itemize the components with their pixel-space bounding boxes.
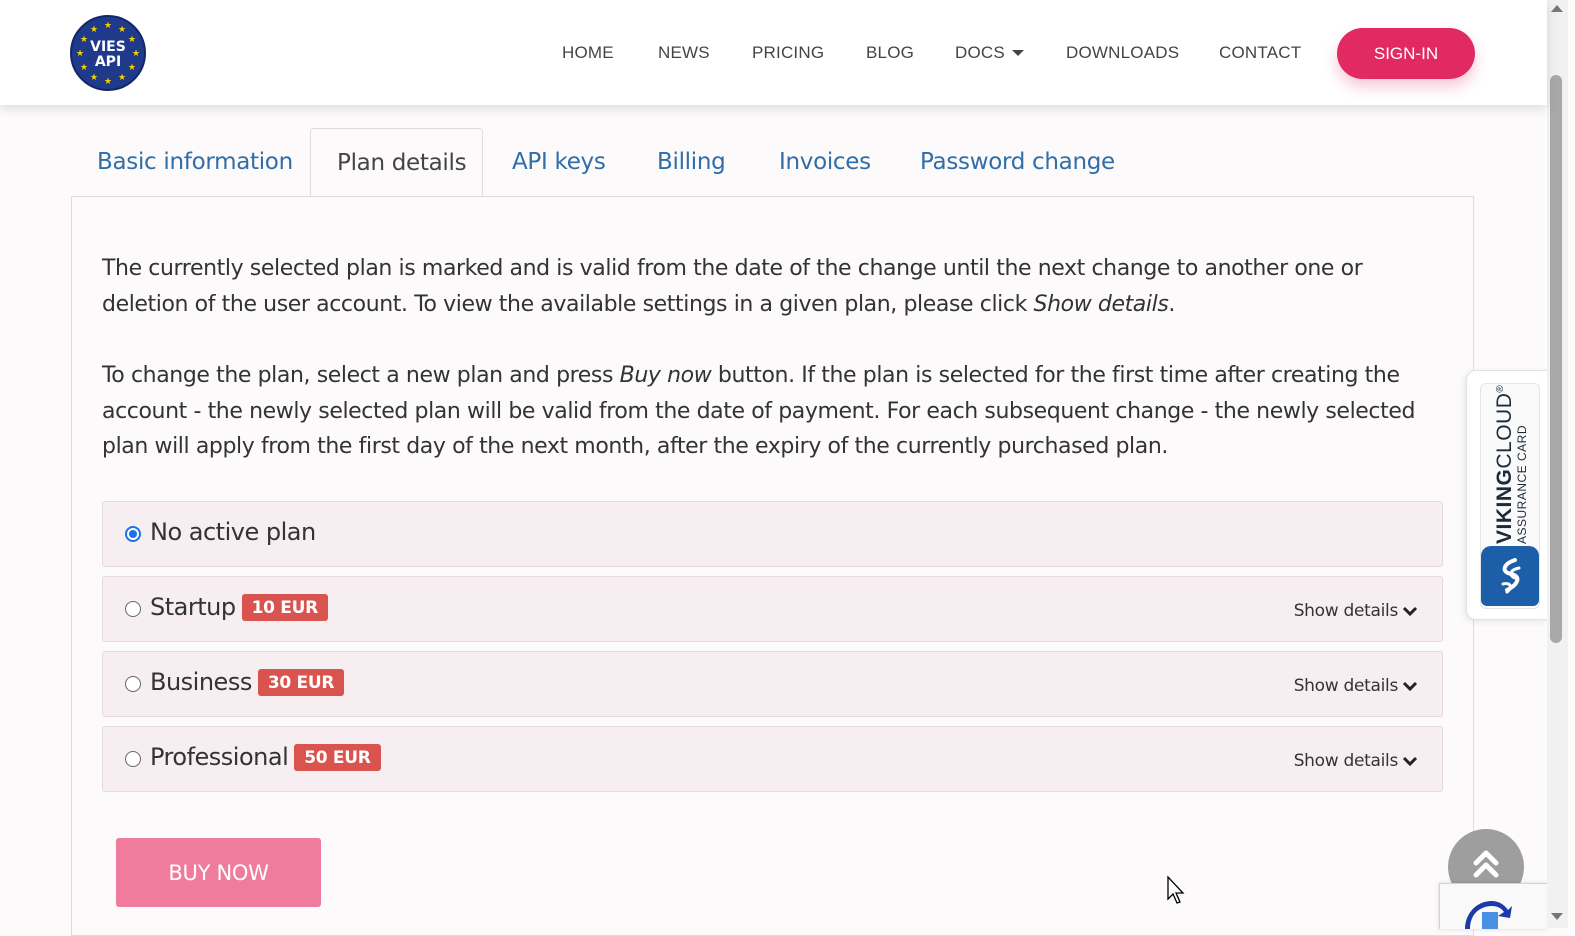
plan-radio-startup[interactable]	[125, 601, 141, 617]
chevron-down-icon	[1402, 681, 1418, 692]
logo-text-top: VIES	[90, 39, 126, 55]
vies-api-logo[interactable]: ★ ★ ★ ★ ★ ★ ★ ★ ★ ★ ★ ★ VIES API	[70, 15, 146, 91]
plan-option-startup[interactable]: Startup 10 EUR Show details	[102, 576, 1443, 642]
plan-option-business[interactable]: Business 30 EUR Show details	[102, 651, 1443, 717]
page-edge	[1568, 0, 1575, 928]
sign-in-button[interactable]: SIGN-IN	[1337, 28, 1475, 79]
svg-text:★: ★	[90, 25, 98, 35]
site-header: ★ ★ ★ ★ ★ ★ ★ ★ ★ ★ ★ ★ VIES API HOME NE…	[0, 0, 1547, 105]
plan-name: Professional	[150, 743, 289, 771]
show-details-toggle-startup[interactable]: Show details	[1294, 601, 1418, 621]
plan-name-wrap: Professional 50 EUR	[150, 743, 381, 771]
plan-radio-professional[interactable]	[125, 751, 141, 767]
chevron-down-icon	[1402, 756, 1418, 767]
plan-name-wrap: Startup 10 EUR	[150, 593, 328, 621]
caret-down-icon	[1011, 49, 1024, 56]
tab-basic-information[interactable]: Basic information	[97, 128, 293, 196]
price-badge: 30 EUR	[257, 669, 345, 696]
nav-blog[interactable]: BLOG	[866, 43, 914, 63]
svg-text:★: ★	[104, 21, 112, 31]
scrollbar-thumb[interactable]	[1550, 75, 1562, 643]
nav-news[interactable]: NEWS	[658, 43, 710, 63]
plan-option-professional[interactable]: Professional 50 EUR Show details	[102, 726, 1443, 792]
logo-text-bottom: API	[94, 54, 122, 70]
show-details-label: Show details	[1293, 601, 1399, 621]
plan-change-paragraph: To change the plan, select a new plan an…	[102, 358, 1447, 465]
vikingcloud-logo-icon	[1481, 546, 1539, 606]
tab-password-change[interactable]: Password change	[920, 128, 1115, 196]
vikingcloud-card-inner: VIKINGCLOUD® ASSURANCE CARD	[1480, 383, 1540, 609]
recaptcha-badge[interactable]	[1439, 883, 1548, 929]
nav-downloads[interactable]: DOWNLOADS	[1066, 43, 1179, 63]
registered-mark: ®	[1495, 384, 1506, 393]
vikingcloud-assurance-card[interactable]: VIKINGCLOUD® ASSURANCE CARD	[1466, 370, 1548, 620]
price-badge: 10 EUR	[241, 594, 328, 621]
vikingcloud-brand-rest: CLOUD	[1493, 392, 1516, 469]
plan-radio-none[interactable]	[125, 526, 141, 542]
svg-text:★: ★	[104, 77, 112, 87]
plan-name: No active plan	[150, 518, 316, 546]
svg-text:★: ★	[118, 25, 126, 35]
tab-api-keys[interactable]: API keys	[512, 128, 606, 196]
tab-invoices[interactable]: Invoices	[779, 128, 871, 196]
nav-home[interactable]: HOME	[562, 43, 614, 63]
plan-info-paragraph: The currently selected plan is marked an…	[102, 251, 1447, 322]
show-details-label: Show details	[1293, 751, 1399, 771]
buy-now-emphasis: Buy now	[619, 363, 712, 388]
nav-docs[interactable]: DOCS	[955, 43, 1024, 63]
plan-name-wrap: Business 30 EUR	[150, 668, 345, 696]
show-details-toggle-professional[interactable]: Show details	[1294, 751, 1418, 771]
plan-info-end: .	[1168, 291, 1175, 317]
vikingcloud-subtitle: ASSURANCE CARD	[1515, 424, 1529, 544]
nav-contact[interactable]: CONTACT	[1219, 43, 1301, 63]
vikingcloud-brand-bold: VIKING	[1493, 468, 1516, 544]
scroll-down-arrow-icon[interactable]	[1551, 913, 1563, 920]
price-badge: 50 EUR	[294, 744, 381, 771]
svg-text:★: ★	[90, 73, 98, 83]
show-details-label: Show details	[1293, 676, 1399, 696]
svg-text:★: ★	[118, 73, 126, 83]
tab-billing[interactable]: Billing	[657, 128, 726, 196]
plan-name: Business	[150, 668, 252, 696]
nav-docs-label: DOCS	[955, 43, 1005, 62]
page-scrollbar[interactable]	[1547, 0, 1568, 928]
scroll-up-arrow-icon[interactable]	[1551, 5, 1563, 12]
vikingcloud-brand: VIKINGCLOUD®	[1493, 385, 1516, 544]
vikingcloud-text: VIKINGCLOUD® ASSURANCE CARD	[1493, 385, 1529, 544]
tab-plan-details[interactable]: Plan details	[310, 128, 483, 196]
buy-now-button[interactable]: BUY NOW	[116, 838, 321, 907]
nav-pricing[interactable]: PRICING	[752, 43, 824, 63]
plan-option-none[interactable]: No active plan	[102, 501, 1443, 567]
show-details-emphasis: Show details	[1033, 291, 1169, 317]
show-details-toggle-business[interactable]: Show details	[1294, 676, 1418, 696]
plan-change-text-a: To change the plan, select a new plan an…	[102, 363, 620, 388]
recaptcha-icon	[1465, 901, 1512, 929]
chevron-down-icon	[1402, 606, 1418, 617]
mouse-cursor-icon	[1166, 875, 1188, 912]
plan-radio-business[interactable]	[125, 676, 141, 692]
plan-name: Startup	[150, 593, 236, 621]
